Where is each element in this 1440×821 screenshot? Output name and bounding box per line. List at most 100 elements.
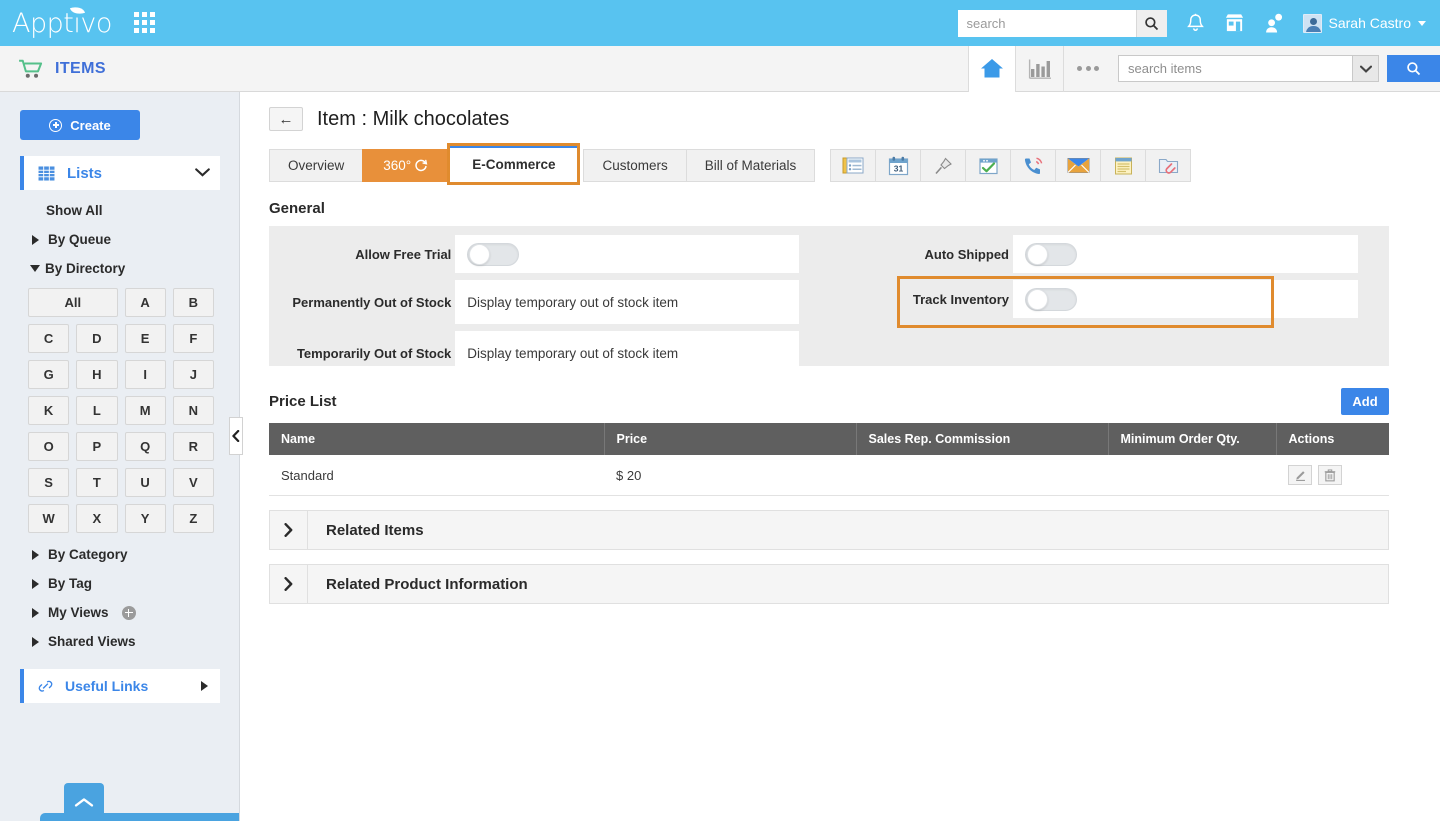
sidebar-group-my-views[interactable]: My Views [32, 605, 239, 620]
directory-letter-f[interactable]: F [173, 324, 214, 353]
create-button[interactable]: Create [20, 110, 140, 140]
add-price-button[interactable]: Add [1341, 388, 1389, 415]
directory-letter-l[interactable]: L [76, 396, 117, 425]
directory-letter-m[interactable]: M [125, 396, 166, 425]
module-bar-actions [968, 46, 1440, 92]
field-permanently-out-of-stock-value[interactable]: Display temporary out of stock item [455, 280, 799, 324]
add-view-icon[interactable] [122, 606, 136, 620]
directory-letter-t[interactable]: T [76, 468, 117, 497]
sidebar-group-my-views-label: My Views [48, 605, 109, 620]
user-menu[interactable]: Sarah Castro [1303, 14, 1426, 33]
sidebar-item-show-all[interactable]: Show All [46, 203, 239, 218]
sidebar-group-by-directory[interactable]: By Directory [30, 261, 239, 276]
person-badge-icon[interactable] [1264, 13, 1283, 34]
sidebar-collapse-handle[interactable] [229, 417, 243, 455]
directory-letter-x[interactable]: X [76, 504, 117, 533]
general-left-column: Allow Free Trial Permanently Out of Stoc… [269, 235, 799, 382]
delete-trash-icon[interactable] [1318, 465, 1342, 485]
back-arrow-icon[interactable]: ← [269, 107, 303, 131]
directory-letter-z[interactable]: Z [173, 504, 214, 533]
global-search-input[interactable] [958, 10, 1136, 37]
directory-letter-d[interactable]: D [76, 324, 117, 353]
sidebar-group-by-category[interactable]: By Category [32, 547, 239, 562]
directory-letter-v[interactable]: V [173, 468, 214, 497]
column-header-price[interactable]: Price [604, 423, 856, 455]
tab-bill-of-materials[interactable]: Bill of Materials [686, 149, 816, 182]
sidebar-group-by-queue[interactable]: By Queue [32, 232, 239, 247]
task-check-icon[interactable] [965, 149, 1011, 182]
accordion-related-product-information[interactable]: Related Product Information [269, 564, 1389, 604]
directory-letter-o[interactable]: O [28, 432, 69, 461]
accordion-related-items[interactable]: Related Items [269, 510, 1389, 550]
plus-circle-icon [49, 119, 62, 132]
track-inventory-toggle[interactable] [1025, 288, 1077, 311]
chevron-right-icon [201, 681, 208, 691]
directory-letter-e[interactable]: E [125, 324, 166, 353]
email-envelope-icon[interactable] [1055, 149, 1101, 182]
tab-360[interactable]: 360° [362, 149, 449, 182]
directory-letter-p[interactable]: P [76, 432, 117, 461]
column-header-commission[interactable]: Sales Rep. Commission [856, 423, 1108, 455]
bar-chart-icon[interactable] [1016, 46, 1064, 92]
directory-letter-k[interactable]: K [28, 396, 69, 425]
sidebar-group-shared-views[interactable]: Shared Views [32, 634, 239, 649]
directory-letter-s[interactable]: S [28, 468, 69, 497]
directory-letter-a[interactable]: A [125, 288, 166, 317]
item-search-input[interactable] [1118, 55, 1352, 82]
pin-icon[interactable] [920, 149, 966, 182]
tab-customers[interactable]: Customers [583, 149, 686, 182]
grid-apps-icon[interactable] [134, 12, 158, 34]
directory-letter-all[interactable]: All [28, 288, 118, 317]
calendar-31-icon[interactable]: 31 [875, 149, 921, 182]
column-header-min-order-qty[interactable]: Minimum Order Qty. [1108, 423, 1276, 455]
directory-letter-h[interactable]: H [76, 360, 117, 389]
edit-pencil-icon[interactable] [1288, 465, 1312, 485]
chevron-right-icon [32, 550, 39, 560]
sidebar-item-useful-links[interactable]: Useful Links [20, 669, 220, 703]
top-bar-right-cluster: Sarah Castro [958, 10, 1440, 37]
auto-shipped-toggle[interactable] [1025, 243, 1077, 266]
general-section-title: General [269, 200, 1440, 217]
directory-letter-b[interactable]: B [173, 288, 214, 317]
field-temporarily-out-of-stock-value[interactable]: Display temporary out of stock item [455, 331, 799, 375]
directory-letter-g[interactable]: G [28, 360, 69, 389]
field-allow-free-trial: Allow Free Trial [269, 235, 799, 273]
sidebar-group-by-tag[interactable]: By Tag [32, 576, 239, 591]
directory-letter-y[interactable]: Y [125, 504, 166, 533]
directory-letter-c[interactable]: C [28, 324, 69, 353]
directory-letter-q[interactable]: Q [125, 432, 166, 461]
chevron-left-icon [232, 430, 240, 442]
field-temporarily-out-of-stock-label: Temporarily Out of Stock [269, 346, 451, 361]
directory-letter-r[interactable]: R [173, 432, 214, 461]
directory-letter-n[interactable]: N [173, 396, 214, 425]
item-search-dropdown[interactable] [1352, 55, 1379, 82]
attachment-folder-icon[interactable] [1145, 149, 1191, 182]
sidebar-item-lists[interactable]: Lists [20, 156, 220, 190]
scroll-to-top-button[interactable] [64, 783, 104, 821]
directory-letter-w[interactable]: W [28, 504, 69, 533]
directory-letter-u[interactable]: U [125, 468, 166, 497]
field-allow-free-trial-label: Allow Free Trial [269, 247, 451, 262]
top-navigation-bar: Apptivo [0, 0, 1440, 46]
home-icon[interactable] [968, 46, 1016, 92]
allow-free-trial-toggle[interactable] [467, 243, 519, 266]
tab-e-commerce[interactable]: E-Commerce [447, 146, 580, 185]
notes-list-icon[interactable] [830, 149, 876, 182]
shopping-cart-icon [18, 58, 44, 80]
tab-overview[interactable]: Overview [269, 149, 363, 182]
store-icon[interactable] [1224, 13, 1245, 33]
global-search-button[interactable] [1136, 10, 1167, 37]
item-search [1118, 46, 1440, 92]
app-logo[interactable]: Apptivo [12, 8, 112, 39]
item-search-button[interactable] [1387, 55, 1440, 82]
table-header-row: Name Price Sales Rep. Commission Minimum… [269, 423, 1389, 455]
bell-icon[interactable] [1186, 13, 1205, 34]
phone-call-icon[interactable] [1010, 149, 1056, 182]
column-header-name[interactable]: Name [269, 423, 604, 455]
note-pad-icon[interactable] [1100, 149, 1146, 182]
more-dots-icon[interactable] [1064, 46, 1112, 92]
column-header-actions: Actions [1276, 423, 1389, 455]
directory-letter-i[interactable]: I [125, 360, 166, 389]
module-title[interactable]: ITEMS [18, 58, 106, 80]
directory-letter-j[interactable]: J [173, 360, 214, 389]
